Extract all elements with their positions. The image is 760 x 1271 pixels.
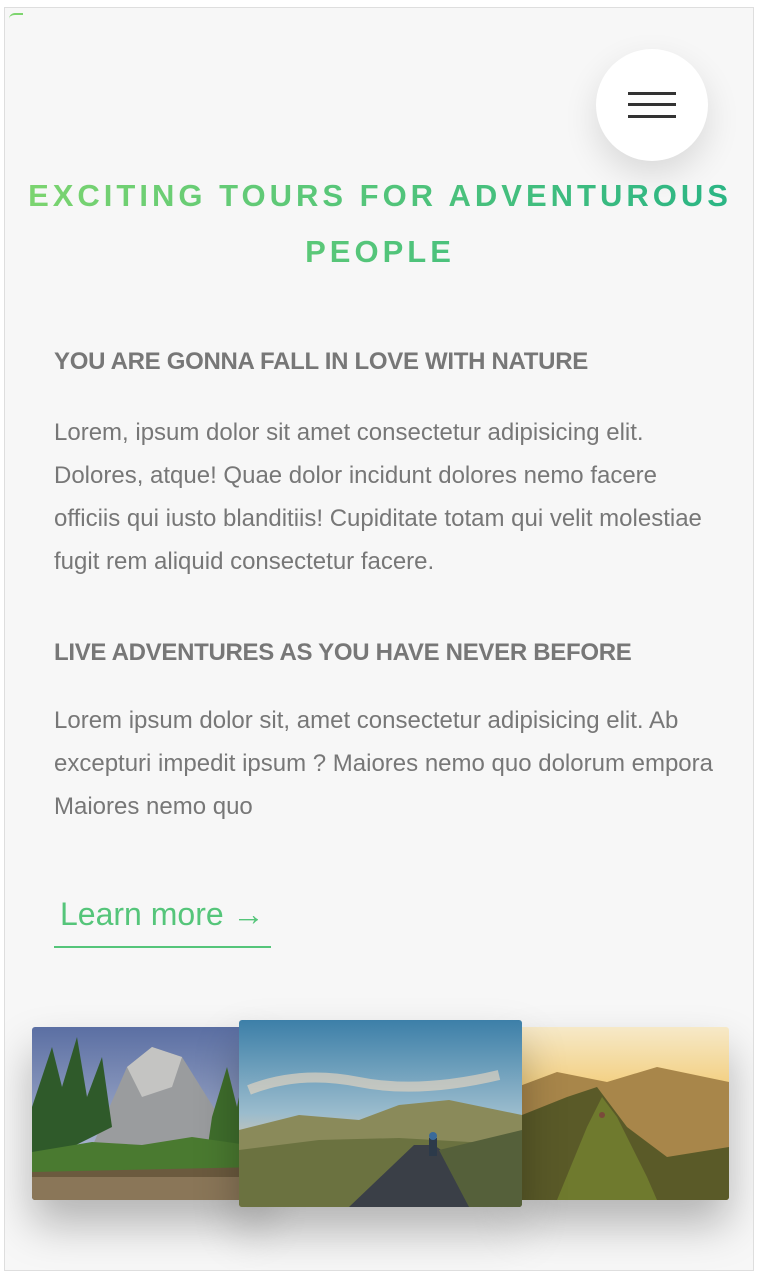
feature-text-adventures: Lorem ipsum dolor sit, amet consectetur … [54, 707, 713, 820]
corner-accent [9, 13, 23, 19]
cyclist-road-photo[interactable] [239, 1020, 522, 1207]
mountain-ridge-sunset-photo[interactable] [517, 1027, 729, 1200]
feature-text-nature: Lorem, ipsum dolor sit amet consectetur … [54, 419, 702, 575]
hamburger-menu-icon [628, 115, 676, 118]
feature-heading-adventures: Live adventures as you have never before [54, 639, 632, 666]
section-title: Exciting tours for adventurous people [5, 168, 753, 280]
forest-canyon-photo[interactable] [32, 1027, 262, 1200]
feature-heading-nature: You are gonna fall in love with nature [54, 348, 588, 375]
learn-more-link[interactable]: Learn more → [54, 892, 271, 948]
hamburger-menu-icon [628, 103, 676, 106]
navigation-menu-button[interactable] [596, 49, 708, 161]
page-container: Exciting tours for adventurous people Yo… [4, 7, 754, 1271]
hamburger-menu-icon [628, 92, 676, 95]
